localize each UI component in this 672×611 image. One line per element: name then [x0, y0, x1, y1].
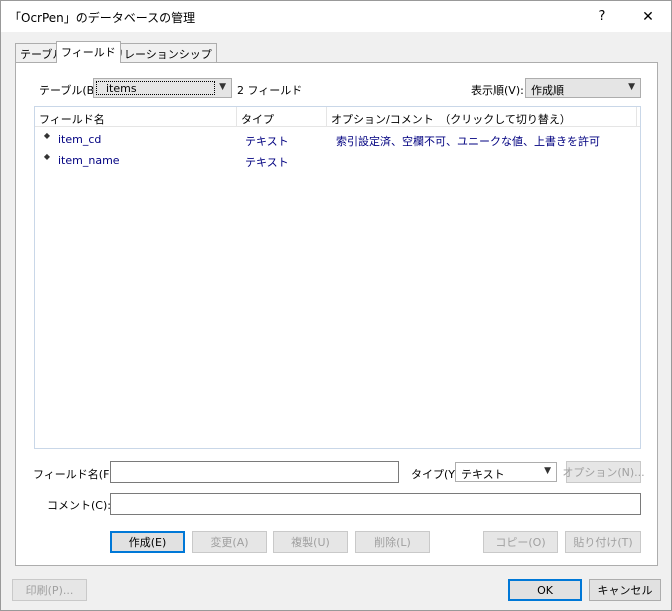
comment-input[interactable] [110, 493, 641, 515]
drag-handle-icon[interactable]: ◆ [43, 132, 51, 140]
change-button[interactable]: 変更(A) [192, 531, 267, 553]
field-options-cell[interactable]: 索引設定済、空欄不可、ユニークな値、上書きを許可 [336, 133, 600, 149]
table-row[interactable]: ◆ item_name テキスト [35, 150, 640, 171]
type-select-value: テキスト [461, 468, 505, 481]
comment-label: コメント(C): [47, 499, 111, 512]
cancel-button[interactable]: キャンセル [589, 579, 661, 601]
fields-tab-panel: テーブル(B): items ▼ 2 フィールド 表示順(V): 作成順 ▼ フ… [15, 62, 658, 566]
drag-handle-icon[interactable]: ◆ [43, 153, 51, 161]
chevron-down-icon: ▼ [628, 82, 635, 92]
copy-button[interactable]: コピー(O) [483, 531, 558, 553]
column-header-field-name[interactable]: フィールド名 [35, 107, 237, 127]
field-type-cell: テキスト [245, 156, 289, 169]
print-button[interactable]: 印刷(P)... [12, 579, 87, 601]
chevron-down-icon: ▼ [219, 82, 226, 92]
dialog-title: 「OcrPen」のデータベースの管理 [9, 11, 196, 25]
column-header-options[interactable]: オプション/コメント （クリックして切り替え） [327, 107, 637, 127]
ok-button[interactable]: OK [508, 579, 582, 601]
tab-relationships[interactable]: リレーションシップ [108, 43, 217, 62]
duplicate-button[interactable]: 複製(U) [273, 531, 348, 553]
options-button[interactable]: オプション(N)... [562, 461, 645, 483]
field-name-label: フィールド名(F): [33, 468, 118, 481]
sort-order-value: 作成順 [531, 84, 564, 97]
sort-order-select[interactable]: 作成順 ▼ [525, 78, 641, 98]
field-list[interactable]: フィールド名 タイプ オプション/コメント （クリックして切り替え） ◆ ite… [34, 106, 641, 449]
table-select[interactable]: items ▼ [93, 78, 232, 98]
sort-order-label: 表示順(V): [471, 84, 524, 97]
table-select-value: items [106, 82, 137, 95]
tab-fields[interactable]: フィールド [56, 41, 121, 63]
delete-button[interactable]: 削除(L) [355, 531, 430, 553]
chevron-down-icon: ▼ [544, 466, 551, 476]
close-icon[interactable]: ✕ [625, 1, 671, 32]
field-type-cell: テキスト [245, 135, 289, 148]
field-name-input[interactable] [110, 461, 399, 483]
help-button[interactable]: ? [579, 1, 625, 32]
title-bar: 「OcrPen」のデータベースの管理 ? ✕ [1, 1, 671, 32]
field-name-cell: item_name [58, 154, 120, 167]
type-select[interactable]: テキスト ▼ [455, 462, 557, 482]
column-header-type[interactable]: タイプ [237, 107, 327, 127]
table-row[interactable]: ◆ item_cd テキスト 索引設定済、空欄不可、ユニークな値、上書きを許可 [35, 129, 640, 150]
manage-database-dialog: 「OcrPen」のデータベースの管理 ? ✕ テーブル フィールド リレーション… [0, 0, 672, 611]
field-count: 2 フィールド [237, 84, 303, 97]
create-button[interactable]: 作成(E) [110, 531, 185, 553]
paste-button[interactable]: 貼り付け(T) [565, 531, 641, 553]
field-list-header: フィールド名 タイプ オプション/コメント （クリックして切り替え） [35, 107, 640, 127]
field-name-cell: item_cd [58, 133, 102, 146]
